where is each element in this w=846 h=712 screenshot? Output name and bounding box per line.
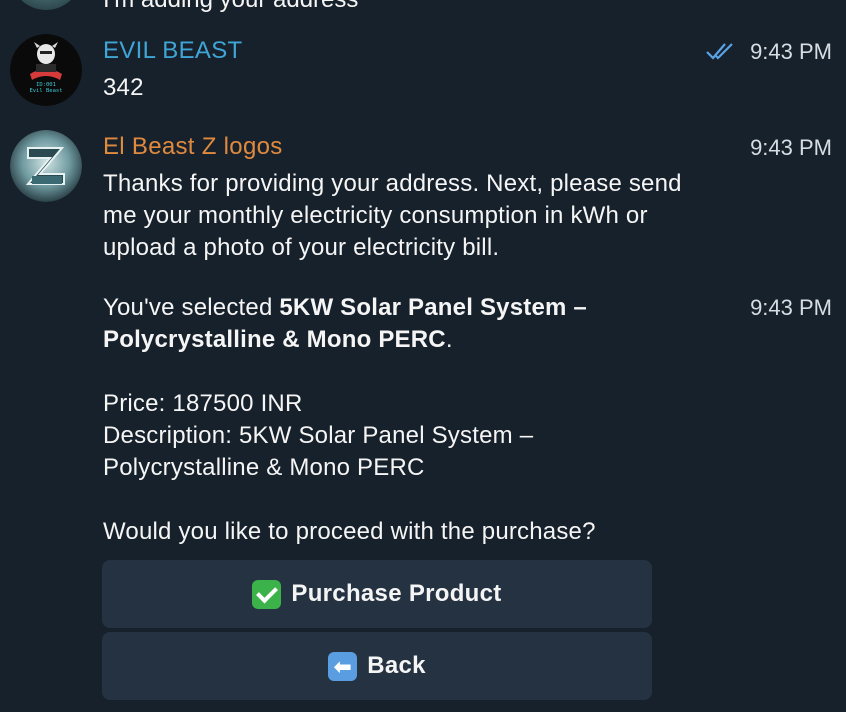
- previous-message-text: I'm adding your address: [103, 0, 358, 14]
- message-time: 9:43 PM: [750, 295, 832, 320]
- back-label: Back: [367, 652, 426, 679]
- message-time: 9:43 PM: [750, 39, 832, 64]
- message-text: Thanks for providing your address. Next,…: [103, 170, 682, 261]
- selected-suffix: .: [445, 326, 453, 353]
- description-line: Description: 5KW Solar Panel System – Po…: [103, 422, 534, 481]
- sender-name-el-beast-z-logos[interactable]: El Beast Z logos: [103, 133, 283, 161]
- message-time: 9:43 PM: [750, 135, 832, 160]
- beast-z-logo-icon: [10, 130, 82, 202]
- purchase-question: Would you like to proceed with the purch…: [103, 518, 596, 545]
- purchase-product-label: Purchase Product: [291, 580, 502, 607]
- selected-product-text: You've selected 5KW Solar Panel System –…: [103, 292, 703, 356]
- chat-history: I'm adding your address ID:001 Evil Beas…: [0, 0, 846, 712]
- sender-name-evil-beast[interactable]: EVIL BEAST: [103, 37, 243, 65]
- evil-beast-avatar[interactable]: ID:001 Evil Beast: [10, 34, 82, 106]
- svg-text:Evil Beast: Evil Beast: [29, 88, 62, 94]
- evil-beast-avatar-icon: ID:001 Evil Beast: [10, 34, 82, 106]
- back-button[interactable]: ⬅ Back: [102, 632, 652, 700]
- check-mark-icon: [252, 579, 282, 609]
- read-double-check-icon: [706, 42, 736, 60]
- selected-prefix: You've selected: [103, 294, 280, 321]
- back-arrow-icon: ⬅: [328, 651, 358, 681]
- beast-z-logo-avatar[interactable]: [10, 130, 82, 202]
- previous-sender-avatar[interactable]: [10, 0, 82, 10]
- purchase-product-button[interactable]: Purchase Product: [102, 560, 652, 628]
- price-line: Price: 187500 INR: [103, 390, 303, 417]
- message-text: 342: [103, 74, 144, 101]
